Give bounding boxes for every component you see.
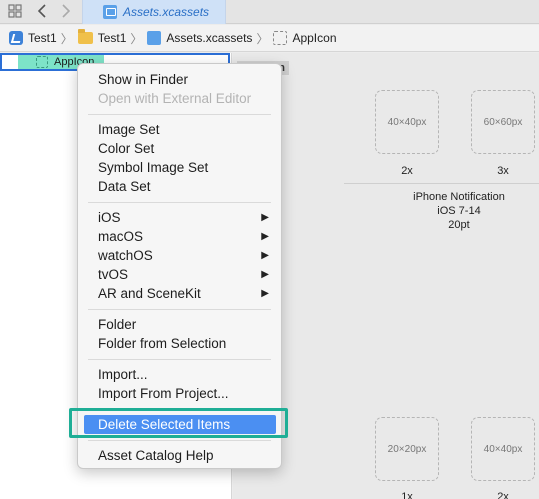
submenu-arrow-icon: ▶: [261, 288, 269, 299]
slot-size: 60×60px: [483, 116, 523, 128]
menu-item-data-set[interactable]: Data Set: [78, 177, 281, 196]
chevron-right-icon: 〉: [130, 31, 143, 46]
submenu-arrow-icon: ▶: [261, 250, 269, 261]
menu-item-show-in-finder[interactable]: Show in Finder: [78, 70, 281, 89]
scale-label: 2x: [497, 491, 509, 499]
icon-slot[interactable]: 20×20px: [375, 417, 439, 481]
menu-item-folder-from-selection[interactable]: Folder from Selection: [78, 334, 281, 353]
breadcrumb-label: Test1: [97, 31, 127, 45]
icon-slot[interactable]: 40×40px: [471, 417, 535, 481]
menu-item-label: Import From Project...: [98, 386, 229, 401]
highlight-outline: [69, 408, 288, 438]
divider: [344, 183, 539, 184]
caption-line: iOS 7-14: [437, 205, 481, 217]
menu-item-label: Folder from Selection: [98, 336, 227, 351]
scale-label: 1x: [401, 491, 413, 499]
menu-item-symbol-image-set[interactable]: Symbol Image Set: [78, 158, 281, 177]
tab-bar: Assets.xcassets: [0, 0, 539, 24]
menu-item-import-from-project[interactable]: Import From Project...: [78, 384, 281, 403]
breadcrumb: Test1 〉 Test1 〉 Assets.xcassets 〉 AppIco…: [0, 25, 539, 52]
menu-item-label: Open with External Editor: [98, 91, 252, 106]
menu-item-folder[interactable]: Folder: [78, 315, 281, 334]
submenu-arrow-icon: ▶: [261, 212, 269, 223]
menu-item-label: Image Set: [98, 122, 160, 137]
breadcrumb-project[interactable]: Test1 〉: [9, 30, 78, 47]
menu-item-label: Asset Catalog Help: [98, 448, 214, 463]
chevron-right-icon: 〉: [60, 31, 73, 46]
menu-item-label: iOS: [98, 210, 121, 225]
menu-item-asset-catalog-help[interactable]: Asset Catalog Help: [78, 446, 281, 465]
menu-item-label: Import...: [98, 367, 148, 382]
icon-slot[interactable]: 40×40px: [375, 90, 439, 154]
breadcrumb-label: Test1: [28, 31, 57, 45]
menu-item-macos[interactable]: macOS ▶: [78, 227, 281, 246]
tab-assets[interactable]: Assets.xcassets: [82, 0, 226, 24]
menu-separator: [88, 359, 271, 360]
menu-item-label: Folder: [98, 317, 137, 332]
menu-item-label: macOS: [98, 229, 144, 244]
menu-item-label: Show in Finder: [98, 72, 189, 87]
asset-catalog-icon: [147, 31, 162, 45]
caption-line: iPhone Notification: [413, 191, 505, 203]
scale-label: 3x: [497, 165, 509, 177]
menu-item-label: Data Set: [98, 179, 151, 194]
asset-catalog-icon: [103, 5, 117, 19]
menu-separator: [88, 202, 271, 203]
caption-line: 20pt: [448, 219, 470, 231]
slot-size: 20×20px: [387, 443, 427, 455]
chevron-left-icon[interactable]: [36, 3, 48, 19]
menu-item-label: AR and SceneKit: [98, 286, 201, 301]
breadcrumb-assets[interactable]: Assets.xcassets 〉: [147, 30, 273, 47]
grid-icon[interactable]: [7, 3, 23, 19]
icon-slot[interactable]: 60×60px: [471, 90, 535, 154]
menu-item-watchos[interactable]: watchOS ▶: [78, 246, 281, 265]
chevron-right-icon: 〉: [256, 31, 269, 46]
app-icon-set-icon: [273, 31, 288, 45]
menu-item-label: watchOS: [98, 248, 153, 263]
menu-separator: [88, 114, 271, 115]
menu-item-color-set[interactable]: Color Set: [78, 139, 281, 158]
menu-separator: [88, 309, 271, 310]
slot-size: 40×40px: [483, 443, 523, 455]
breadcrumb-folder[interactable]: Test1 〉: [77, 29, 148, 47]
menu-item-image-set[interactable]: Image Set: [78, 120, 281, 139]
menu-item-label: tvOS: [98, 267, 129, 282]
menu-item-ios[interactable]: iOS ▶: [78, 208, 281, 227]
breadcrumb-label: AppIcon: [292, 31, 337, 45]
folder-icon: [77, 29, 93, 44]
app-icon-set-icon: [36, 56, 48, 68]
slot-group-caption: iPhone Notification iOS 7-14 20pt: [384, 190, 534, 232]
xcode-project-icon: [9, 31, 23, 45]
submenu-arrow-icon: ▶: [261, 231, 269, 242]
menu-item-label: Color Set: [98, 141, 155, 156]
slot-size: 40×40px: [387, 116, 427, 128]
menu-item-tvos[interactable]: tvOS ▶: [78, 265, 281, 284]
breadcrumb-label: Assets.xcassets: [166, 31, 253, 45]
menu-item-label: Symbol Image Set: [98, 160, 209, 175]
tab-label: Assets.xcassets: [123, 5, 210, 19]
menu-separator: [88, 440, 271, 441]
menu-item-ar-scenekit[interactable]: AR and SceneKit ▶: [78, 284, 281, 303]
submenu-arrow-icon: ▶: [261, 269, 269, 280]
scale-label: 2x: [401, 165, 413, 177]
menu-item-open-external-editor: Open with External Editor: [78, 89, 281, 108]
menu-item-import[interactable]: Import...: [78, 365, 281, 384]
breadcrumb-appicon[interactable]: AppIcon: [273, 31, 337, 45]
chevron-right-icon[interactable]: [59, 3, 71, 19]
